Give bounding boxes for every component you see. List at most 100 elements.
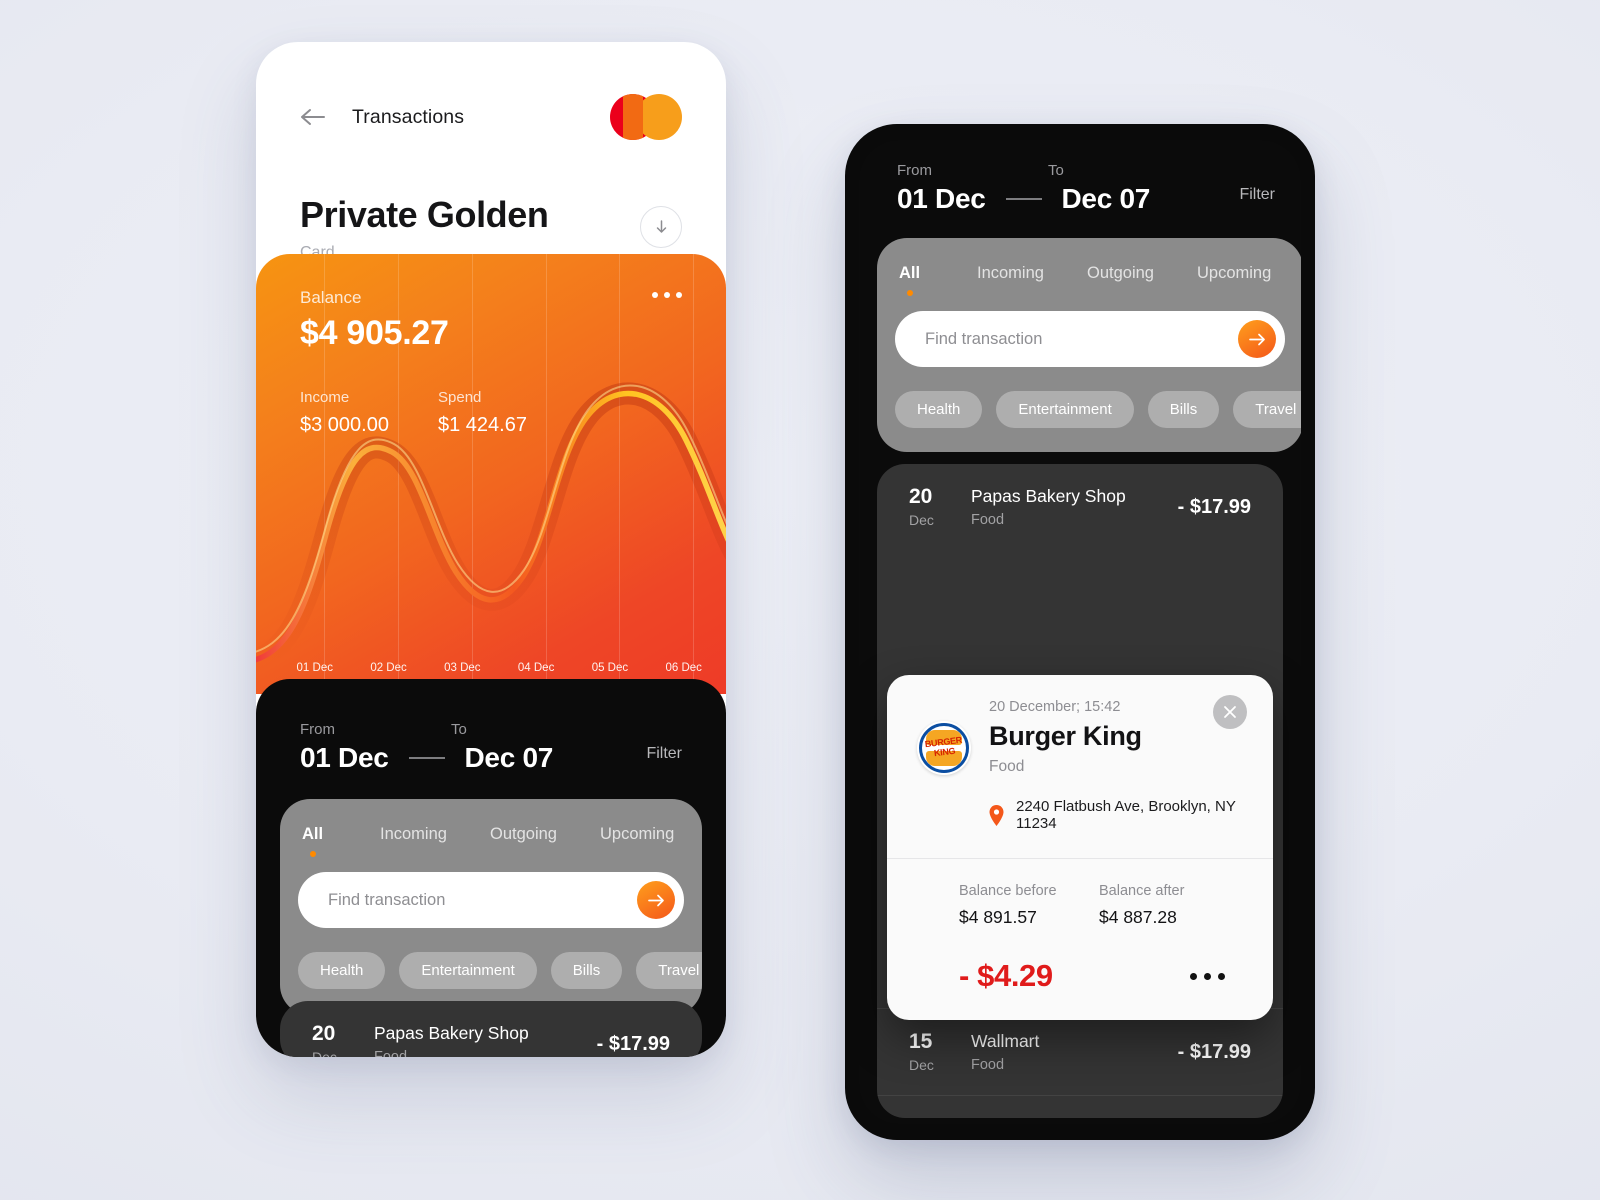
filter-panel: All Incoming Outgoing Upcoming Find tran… (280, 799, 702, 1015)
transaction-amount: - $17.99 (1177, 1040, 1251, 1063)
detail-merchant-name: Burger King (989, 721, 1142, 751)
range-dash (1005, 198, 1042, 200)
to-date[interactable]: Dec 07 (465, 742, 554, 774)
transactions-sheet: From To 01 Dec Dec 07 Filter All Incomin… (256, 679, 726, 1057)
chip-travel[interactable]: Travel (1233, 391, 1301, 428)
search-input[interactable]: Find transaction (328, 891, 445, 910)
date-range-values: 01 Dec Dec 07 (300, 742, 682, 774)
detail-menu-button[interactable] (1190, 972, 1225, 980)
balance-before-label: Balance before (959, 883, 1057, 899)
filter-button[interactable]: Filter (1239, 186, 1275, 204)
tab-outgoing[interactable]: Outgoing (490, 825, 600, 844)
card-identity: Private Golden Card (300, 194, 549, 262)
transaction-info: Papas Bakery Shop Food (971, 486, 1178, 528)
top-bar-left: Transactions (300, 106, 464, 129)
download-icon (656, 219, 666, 233)
tab-all[interactable]: All (899, 264, 977, 296)
close-icon (1224, 706, 1236, 718)
chip-health[interactable]: Health (895, 391, 983, 428)
search-bar[interactable]: Find transaction (895, 311, 1285, 367)
from-label: From (897, 162, 932, 179)
tab-incoming[interactable]: Incoming (380, 825, 490, 844)
transaction-list: 20 Dec Papas Bakery Shop Food - $17.99 (280, 1001, 702, 1057)
income-block: Income $3 000.00 (300, 389, 438, 437)
axis-tick: 06 Dec (665, 662, 702, 674)
date-range-row: From To 01 Dec Dec 07 Filter (256, 679, 726, 774)
tab-all[interactable]: All (302, 825, 380, 857)
filter-panel: All Incoming Outgoing Upcoming Find tran… (877, 238, 1301, 452)
to-date[interactable]: Dec 07 (1062, 183, 1151, 215)
transaction-day: 15 (909, 1030, 933, 1054)
burger-king-logo-icon: BURGER KING (917, 721, 971, 775)
balance-before-value: $4 891.57 (959, 907, 1037, 927)
transaction-name: Papas Bakery Shop (971, 486, 1126, 507)
search-input[interactable]: Find transaction (925, 330, 1042, 349)
phone1-header: Transactions Private Golden Card (256, 42, 726, 262)
from-date[interactable]: 01 Dec (300, 742, 389, 774)
table-row[interactable]: 20 Dec Papas Bakery Shop Food - $17.99 (280, 1001, 702, 1057)
card-name: Private Golden (300, 194, 549, 235)
transaction-date: 20 Dec (312, 1022, 374, 1057)
date-range-row: From To 01 Dec Dec 07 Filter (859, 140, 1301, 215)
transaction-name: Wallmart (971, 1031, 1040, 1052)
table-row[interactable]: 15 Dec Wallmart Food - $17.99 (877, 1009, 1283, 1095)
transaction-category: Food (971, 512, 1005, 529)
close-button[interactable] (1213, 695, 1247, 729)
chip-bills[interactable]: Bills (550, 952, 623, 989)
detail-amount-row: - $4.29 (959, 958, 1243, 994)
tab-bar: All Incoming Outgoing Upcoming (877, 238, 1301, 296)
to-label: To (451, 721, 467, 738)
search-submit-button[interactable] (1238, 320, 1276, 358)
search-submit-button[interactable] (637, 881, 675, 919)
detail-header: 20 December; 15:42 BURGER KING Burger Ki… (887, 675, 1273, 858)
tab-outgoing[interactable]: Outgoing (1087, 264, 1197, 283)
transaction-category: Food (971, 1057, 1005, 1074)
date-range-labels: From To (897, 162, 1263, 179)
transaction-info: Papas Bakery Shop Food (374, 1023, 597, 1057)
tab-upcoming[interactable]: Upcoming (1197, 264, 1271, 283)
chip-bills[interactable]: Bills (1147, 391, 1220, 428)
chip-entertainment[interactable]: Entertainment (996, 391, 1134, 428)
download-button[interactable] (640, 206, 682, 248)
detail-merchant-info: Burger King Food (989, 721, 1142, 776)
detail-merchant-category: Food (989, 758, 1025, 775)
spend-block: Spend $1 424.67 (438, 389, 576, 437)
chart-x-axis: 01 Dec 02 Dec 03 Dec 04 Dec 05 Dec 06 De… (256, 662, 726, 680)
detail-merchant-row: BURGER KING Burger King Food (917, 721, 1243, 776)
axis-tick: 03 Dec (444, 662, 481, 674)
tab-incoming[interactable]: Incoming (977, 264, 1087, 283)
transaction-detail-card: 20 December; 15:42 BURGER KING Burger Ki… (887, 675, 1273, 1020)
page-title: Transactions (352, 105, 465, 128)
detail-balances: Balance before $4 891.57 Balance after $… (959, 883, 1243, 928)
more-horizontal-icon (1190, 972, 1197, 980)
range-dash (408, 757, 445, 759)
balance-after-label: Balance after (1099, 883, 1185, 899)
transaction-month: Dec (909, 512, 934, 529)
table-row[interactable]: 15 Dec Papas Bakery Shop Food - $17.99 (877, 1096, 1283, 1119)
transaction-name: Papas Bakery Shop (374, 1023, 529, 1044)
axis-tick: 02 Dec (370, 662, 407, 674)
arrow-left-icon[interactable] (300, 107, 326, 127)
detail-address: 2240 Flatbush Ave, Brooklyn, NY 11234 (1016, 798, 1236, 832)
search-bar[interactable]: Find transaction (298, 872, 684, 928)
category-chips: Health Entertainment Bills Travel Clothe (280, 928, 702, 989)
table-row[interactable]: 20 Dec Papas Bakery Shop Food - $17.99 (877, 464, 1283, 550)
transaction-category: Food (374, 1049, 597, 1057)
tab-upcoming[interactable]: Upcoming (600, 825, 674, 844)
transaction-date: 15 Dec (909, 1030, 971, 1074)
spend-value: $1 424.67 (438, 414, 527, 436)
transaction-info: Wallmart Food (971, 1031, 1178, 1073)
filter-button[interactable]: Filter (646, 745, 682, 763)
chip-travel[interactable]: Travel (636, 952, 702, 989)
phone-left: Transactions Private Golden Card Balance… (256, 42, 726, 1057)
axis-tick: 01 Dec (296, 662, 333, 674)
chip-health[interactable]: Health (298, 952, 386, 989)
transaction-date: 20 Dec (909, 485, 971, 529)
balance-amount: $4 905.27 (300, 314, 449, 352)
from-date[interactable]: 01 Dec (897, 183, 986, 215)
chip-entertainment[interactable]: Entertainment (399, 952, 537, 989)
transaction-amount: - $17.99 (596, 1032, 670, 1055)
income-label: Income (300, 389, 350, 406)
date-range-values: 01 Dec Dec 07 (897, 183, 1263, 215)
active-tab-dot (907, 290, 913, 296)
